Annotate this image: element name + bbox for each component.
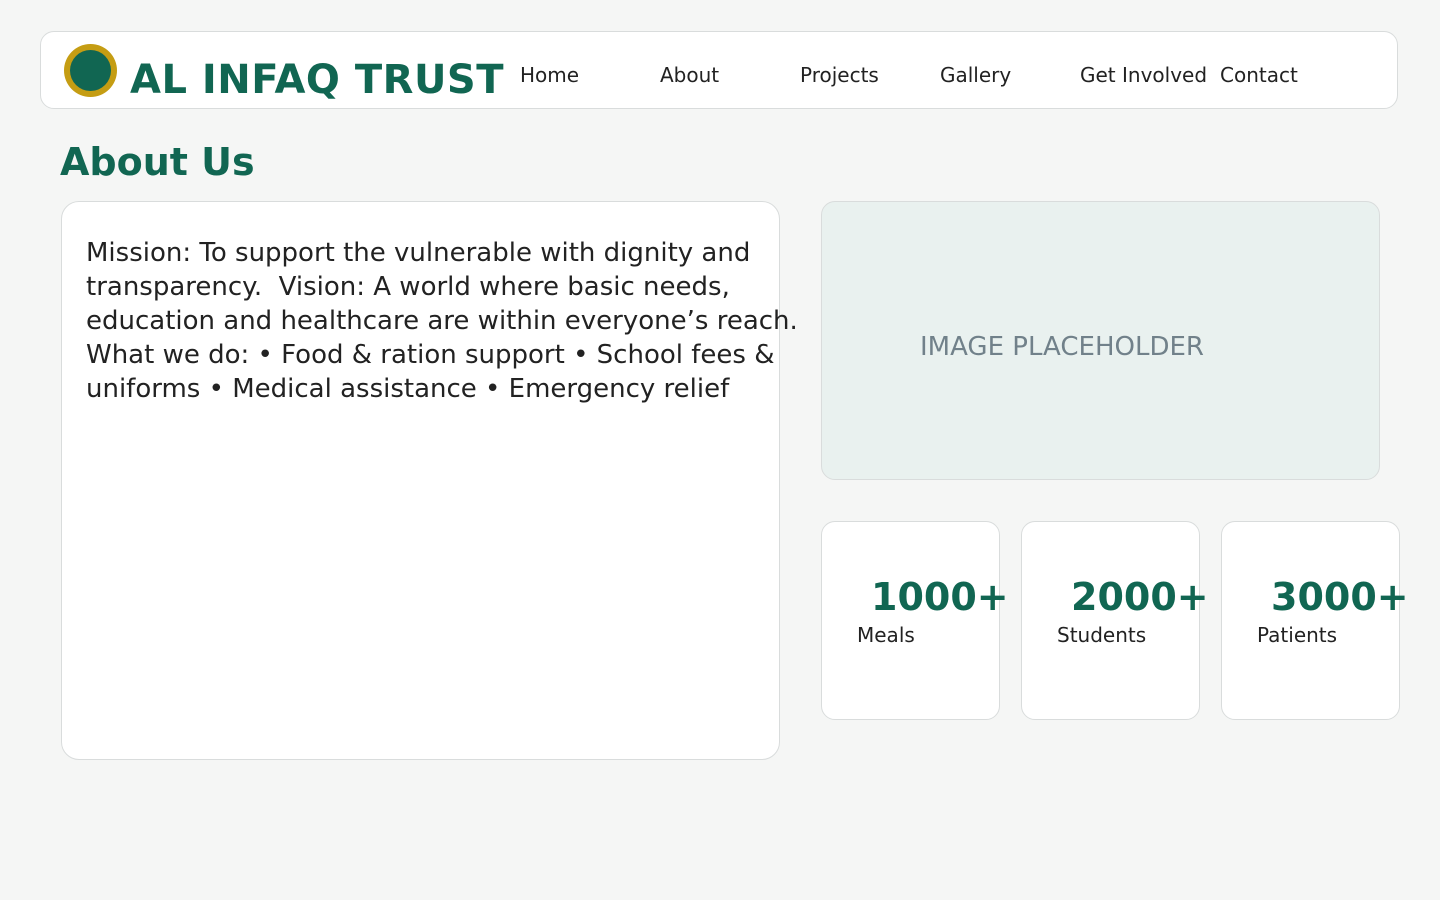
stat-value: 3000+ xyxy=(1271,575,1409,619)
nav-gallery[interactable]: Gallery xyxy=(940,63,1011,87)
nav-contact[interactable]: Contact xyxy=(1220,63,1298,87)
nav-home[interactable]: Home xyxy=(520,63,579,87)
stat-card-students: 2000+ Students xyxy=(1021,521,1209,720)
image-placeholder: IMAGE PLACEHOLDER xyxy=(821,201,1380,480)
stat-value: 2000+ xyxy=(1071,575,1209,619)
nav-about[interactable]: About xyxy=(660,63,719,87)
stat-value: 1000+ xyxy=(871,575,1009,619)
stat-label: Students xyxy=(1057,623,1147,647)
stat-label: Meals xyxy=(857,623,915,647)
stat-card-patients: 3000+ Patients xyxy=(1221,521,1409,720)
page-title: About Us xyxy=(60,140,255,184)
site-header: AL INFAQ TRUST Home About Projects Galle… xyxy=(40,31,1398,109)
nav-get-involved[interactable]: Get Involved xyxy=(1080,63,1207,87)
nav-projects[interactable]: Projects xyxy=(800,63,879,87)
about-card: Mission: To support the vulnerable with … xyxy=(61,201,798,760)
brand-name[interactable]: AL INFAQ TRUST xyxy=(130,57,504,103)
stat-card-meals: 1000+ Meals xyxy=(821,521,1009,720)
logo-emblem-icon xyxy=(70,50,111,91)
image-placeholder-label: IMAGE PLACEHOLDER xyxy=(920,332,1204,362)
logo[interactable] xyxy=(64,44,117,97)
stat-label: Patients xyxy=(1257,623,1338,647)
